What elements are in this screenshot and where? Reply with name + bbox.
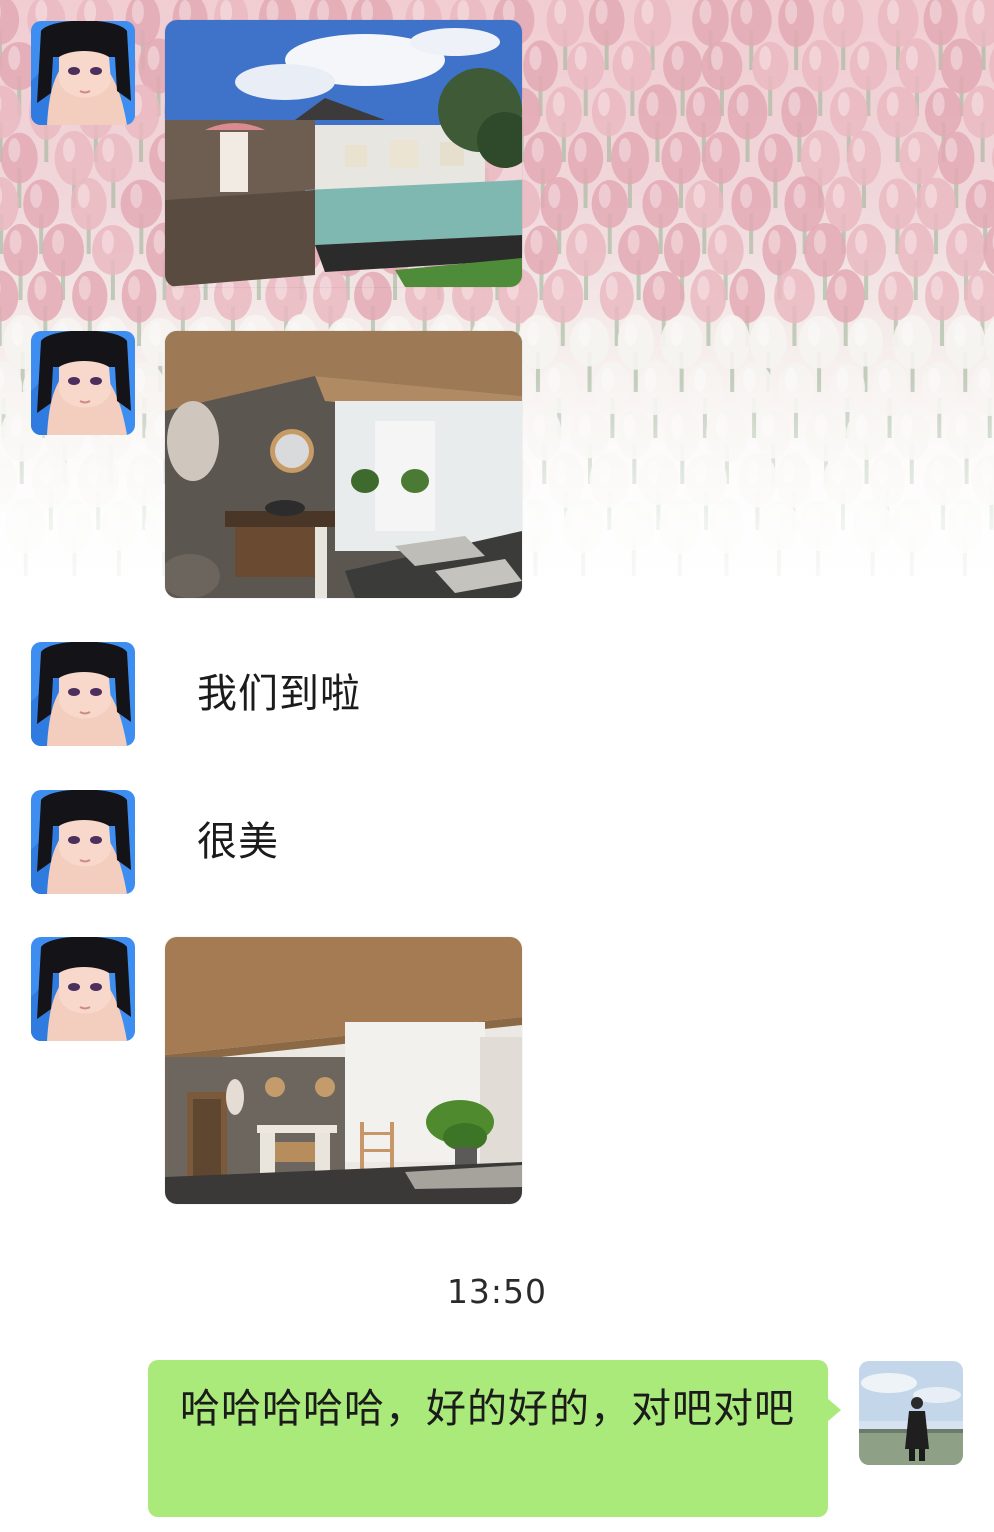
contact-avatar[interactable] [31,21,135,125]
open-bathroom-photo[interactable] [165,937,522,1204]
anime-girl-avatar-icon [31,21,135,125]
bathroom-mirror-photo[interactable] [165,331,522,598]
outgoing-message-text: 哈哈哈哈哈，好的好的，对吧对吧 [180,1386,795,1432]
outgoing-message-bubble[interactable]: 哈哈哈哈哈，好的好的，对吧对吧 [148,1360,841,1517]
chat-timestamp: 13:50 [446,1272,548,1311]
villa-pool-photo[interactable] [165,20,522,287]
self-avatar[interactable] [859,1361,963,1465]
incoming-message-text[interactable]: 很美 [197,818,279,866]
anime-girl-avatar-icon [31,937,135,1041]
anime-girl-avatar-icon [31,790,135,894]
anime-girl-avatar-icon [31,331,135,435]
anime-girl-avatar-icon [31,642,135,746]
person-in-field-avatar-icon [859,1361,963,1465]
incoming-message-text[interactable]: 我们到啦 [197,670,361,718]
contact-avatar[interactable] [31,790,135,894]
contact-avatar[interactable] [31,331,135,435]
contact-avatar[interactable] [31,642,135,746]
contact-avatar[interactable] [31,937,135,1041]
